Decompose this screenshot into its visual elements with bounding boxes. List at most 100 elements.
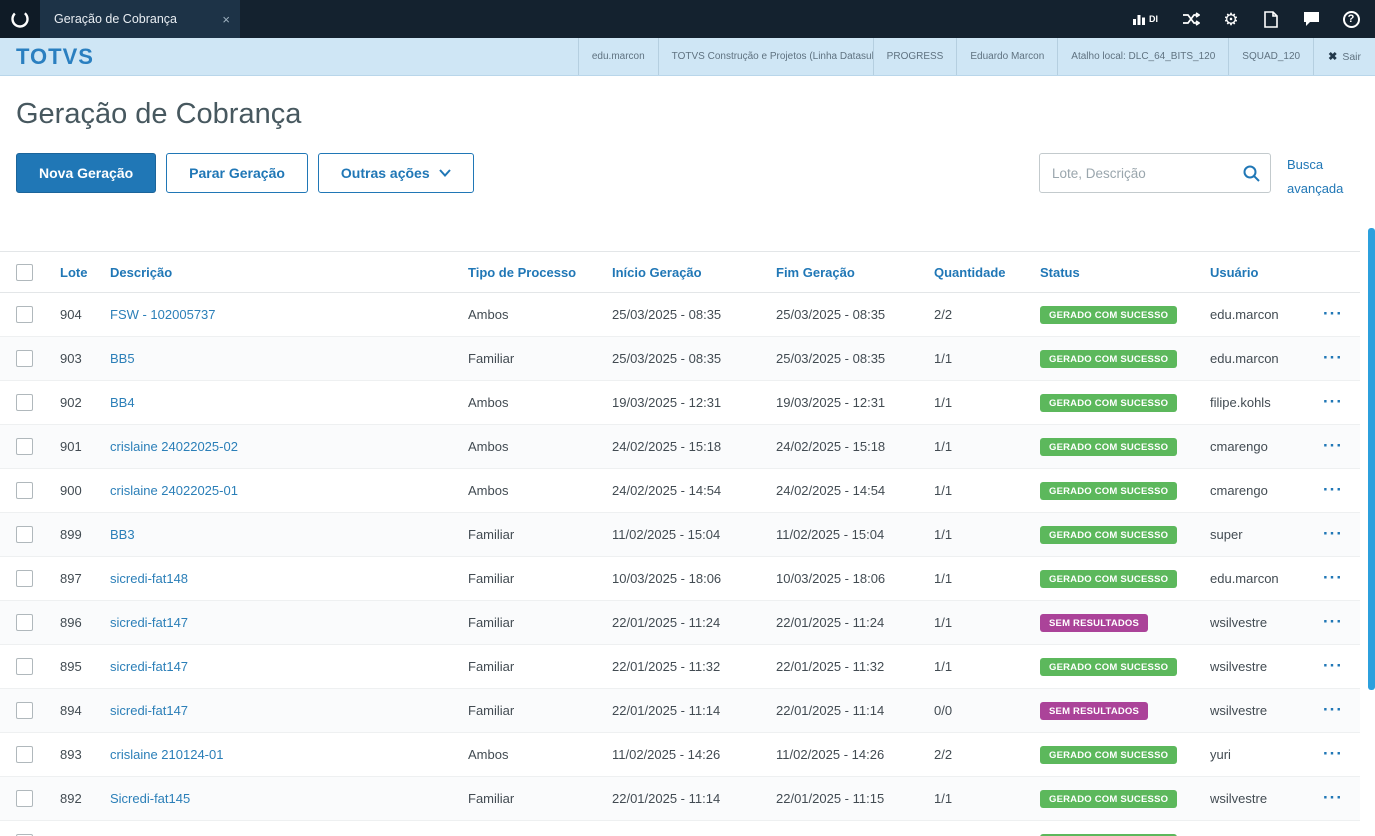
row-tipo: Familiar	[468, 703, 515, 718]
row-checkbox[interactable]	[16, 482, 33, 499]
row-checkbox[interactable]	[16, 658, 33, 675]
table-row: 903 BB5 Familiar 25/03/2025 - 08:35 25/0…	[0, 337, 1360, 381]
totvs-logo-icon[interactable]	[0, 0, 40, 38]
row-tipo: Ambos	[468, 395, 509, 410]
row-checkbox[interactable]	[16, 570, 33, 587]
row-usuario: edu.marcon	[1210, 351, 1279, 366]
row-actions-menu[interactable]: ···	[1323, 700, 1343, 719]
row-checkbox[interactable]	[16, 790, 33, 807]
gear-icon[interactable]: ⚙	[1211, 0, 1251, 38]
row-descricao-link[interactable]: crislaine 24022025-01	[110, 483, 238, 498]
tab-close-icon[interactable]: ×	[222, 12, 230, 27]
status-badge: SEM RESULTADOS	[1040, 613, 1149, 632]
row-quantidade: 1/1	[934, 527, 953, 542]
row-tipo: Ambos	[468, 747, 509, 762]
row-checkbox[interactable]	[16, 614, 33, 631]
vertical-scrollbar[interactable]	[1368, 228, 1375, 690]
row-descricao-link[interactable]: BB5	[110, 351, 135, 366]
row-actions-menu[interactable]: ···	[1323, 524, 1343, 543]
row-tipo: Ambos	[468, 483, 509, 498]
row-descricao-link[interactable]: sicredi-fat148	[110, 571, 188, 586]
col-fim-geracao: Fim Geração	[776, 264, 855, 280]
row-checkbox[interactable]	[16, 350, 33, 367]
advanced-search-link[interactable]: Busca avançada	[1287, 153, 1359, 201]
status-badge: GERADO COM SUCESSO	[1040, 349, 1178, 368]
row-descricao-link[interactable]: FSW - 102005737	[110, 307, 216, 322]
toolbar: Nova Geração Parar Geração Outras ações …	[16, 153, 1359, 201]
row-descricao-link[interactable]: BB3	[110, 527, 135, 542]
row-inicio: 22/01/2025 - 11:14	[612, 703, 721, 718]
other-actions-button[interactable]: Outras ações	[317, 153, 474, 193]
row-quantidade: 1/1	[934, 571, 953, 586]
row-actions-menu[interactable]: ···	[1323, 392, 1343, 411]
document-icon[interactable]	[1251, 0, 1291, 38]
row-actions-menu[interactable]: ···	[1323, 656, 1343, 675]
metrics-icon[interactable]: DI	[1119, 0, 1171, 38]
col-status: Status	[1040, 264, 1080, 280]
status-badge: GERADO COM SUCESSO	[1040, 481, 1178, 500]
table-row: 895 sicredi-fat147 Familiar 22/01/2025 -…	[0, 645, 1360, 689]
row-descricao-link[interactable]: sicredi-fat147	[110, 659, 188, 674]
search-icon[interactable]	[1239, 161, 1263, 185]
row-inicio: 11/02/2025 - 14:26	[612, 747, 721, 762]
app-header: TOTVS edu.marcon TOTVS Construção e Proje…	[0, 38, 1375, 76]
app-tab[interactable]: Geração de Cobrança ×	[40, 0, 240, 38]
col-quantidade: Quantidade	[934, 264, 1006, 280]
row-descricao-link[interactable]: crislaine 210124-01	[110, 747, 223, 762]
row-actions-menu[interactable]: ···	[1323, 788, 1343, 807]
row-actions-menu[interactable]: ···	[1323, 348, 1343, 367]
table-row: 894 sicredi-fat147 Familiar 22/01/2025 -…	[0, 689, 1360, 733]
row-fim: 24/02/2025 - 15:18	[776, 439, 886, 454]
stop-generation-button[interactable]: Parar Geração	[166, 153, 308, 193]
row-descricao-link[interactable]: BB4	[110, 395, 135, 410]
row-checkbox[interactable]	[16, 702, 33, 719]
chat-icon[interactable]	[1291, 0, 1331, 38]
row-checkbox[interactable]	[16, 526, 33, 543]
env-item: PROGRESS	[872, 38, 957, 75]
row-checkbox[interactable]	[16, 394, 33, 411]
row-descricao-link[interactable]: sicredi-fat147	[110, 615, 188, 630]
logout-x-icon: ✖	[1328, 51, 1338, 63]
row-descricao-link[interactable]: sicredi-fat147	[110, 703, 188, 718]
row-inicio: 25/03/2025 - 08:35	[612, 307, 722, 322]
row-lote: 893	[60, 747, 82, 762]
row-quantidade: 0/0	[934, 703, 953, 718]
row-descricao-link[interactable]: Sicredi-fat145	[110, 791, 190, 806]
row-checkbox[interactable]	[16, 438, 33, 455]
status-badge: SEM RESULTADOS	[1040, 701, 1149, 720]
help-icon[interactable]: ?	[1331, 0, 1371, 38]
row-actions-menu[interactable]: ···	[1323, 832, 1343, 836]
row-actions-menu[interactable]: ···	[1323, 304, 1343, 323]
search-container	[1039, 153, 1271, 193]
table-row: 893 crislaine 210124-01 Ambos 11/02/2025…	[0, 733, 1360, 777]
row-fim: 25/03/2025 - 08:35	[776, 351, 886, 366]
row-inicio: 22/01/2025 - 11:14	[612, 791, 721, 806]
row-actions-menu[interactable]: ···	[1323, 480, 1343, 499]
row-inicio: 10/03/2025 - 18:06	[612, 571, 722, 586]
search-input[interactable]	[1039, 153, 1271, 193]
row-fim: 11/02/2025 - 15:04	[776, 527, 885, 542]
row-fim: 22/01/2025 - 11:15	[776, 791, 885, 806]
logout-button[interactable]: ✖ Sair	[1313, 38, 1375, 75]
row-actions-menu[interactable]: ···	[1323, 568, 1343, 587]
status-badge: GERADO COM SUCESSO	[1040, 569, 1178, 588]
row-lote: 895	[60, 659, 82, 674]
row-usuario: wsilvestre	[1210, 615, 1268, 630]
row-actions-menu[interactable]: ···	[1323, 744, 1343, 763]
status-badge: GERADO COM SUCESSO	[1040, 437, 1178, 456]
new-generation-button[interactable]: Nova Geração	[16, 153, 157, 193]
row-fim: 22/01/2025 - 11:14	[776, 703, 885, 718]
row-checkbox[interactable]	[16, 746, 33, 763]
row-usuario: wsilvestre	[1210, 659, 1268, 674]
table-row: 904 FSW - 102005737 Ambos 25/03/2025 - 0…	[0, 293, 1360, 337]
row-actions-menu[interactable]: ···	[1323, 612, 1343, 631]
row-checkbox[interactable]	[16, 306, 33, 323]
row-descricao-link[interactable]: crislaine 24022025-02	[110, 439, 238, 454]
row-usuario: wsilvestre	[1210, 791, 1268, 806]
select-all-checkbox[interactable]	[16, 263, 33, 281]
shuffle-icon[interactable]	[1171, 0, 1211, 38]
col-descricao: Descrição	[110, 264, 173, 280]
row-tipo: Ambos	[468, 307, 509, 322]
row-inicio: 22/01/2025 - 11:24	[612, 615, 721, 630]
row-actions-menu[interactable]: ···	[1323, 436, 1343, 455]
